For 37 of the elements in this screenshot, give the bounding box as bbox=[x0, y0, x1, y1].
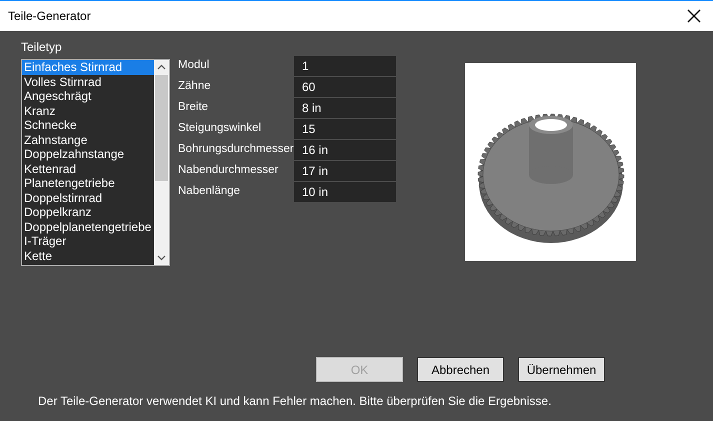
list-item[interactable]: Kettenrad bbox=[22, 162, 154, 176]
field-label: Nabenlänge bbox=[177, 184, 242, 200]
list-item[interactable]: Einfaches Stirnrad bbox=[22, 60, 154, 74]
field-label: Modul bbox=[177, 58, 210, 74]
list-item[interactable]: Planetengetriebe bbox=[22, 176, 154, 190]
input-field[interactable]: 1 bbox=[294, 56, 396, 76]
list-item[interactable]: Schnecke bbox=[22, 118, 154, 132]
scrollbar[interactable] bbox=[154, 60, 169, 265]
close-icon[interactable] bbox=[687, 9, 701, 23]
field-label: Nabendurchmesser bbox=[177, 163, 280, 178]
dialog-button[interactable]: Übernehmen bbox=[518, 357, 605, 382]
list-item[interactable]: Kranz bbox=[22, 104, 154, 118]
input-field[interactable]: 8 in bbox=[294, 98, 396, 118]
input-field[interactable]: 17 in bbox=[294, 161, 396, 181]
part-type-list[interactable]: Einfaches Stirnrad Volles Stirnrad Angeschrägt Kranz Schnecke Zahnstange Doppelzahnstange Kettenrad Planetengetriebe Doppelstirnrad Doppelkranz Doppelplanetengetriebe I-Träger Kette bbox=[21, 59, 170, 266]
list-item[interactable]: Doppelzahnstange bbox=[22, 147, 154, 162]
input-field[interactable]: 15 bbox=[294, 119, 396, 139]
list-item[interactable]: Doppelstirnrad bbox=[22, 190, 154, 205]
field-label: Breite bbox=[177, 100, 210, 116]
list-item[interactable]: Angeschrägt bbox=[22, 89, 154, 104]
list-item[interactable]: Doppelplanetengetriebe bbox=[22, 220, 154, 234]
scrollbar-thumb[interactable] bbox=[155, 75, 168, 181]
window-title: Teile-Generator bbox=[8, 8, 91, 25]
dialog-button[interactable]: Abbrechen bbox=[417, 357, 504, 382]
input-field[interactable]: 16 in bbox=[294, 140, 396, 160]
input-field[interactable]: 60 bbox=[294, 77, 396, 97]
section-label: Teiletyp bbox=[21, 39, 62, 56]
input-field[interactable]: 10 in bbox=[294, 182, 396, 202]
list-item[interactable]: I-Träger bbox=[22, 234, 154, 248]
field-label: Steigungswinkel bbox=[177, 121, 262, 136]
list-item[interactable]: Zahnstange bbox=[22, 132, 154, 147]
list-item[interactable]: Doppelkranz bbox=[22, 205, 154, 220]
list-item[interactable]: Volles Stirnrad bbox=[22, 74, 154, 89]
field-label: Bohrungsdurchmesser bbox=[177, 142, 294, 158]
field-label: Zähne bbox=[177, 79, 212, 94]
list-item[interactable]: Kette bbox=[22, 248, 154, 263]
disclaimer-text: Der Teile-Generator verwendet KI und kann Fehler machen. Bitte überprüfen Sie die Ergebnisse. bbox=[38, 393, 552, 410]
